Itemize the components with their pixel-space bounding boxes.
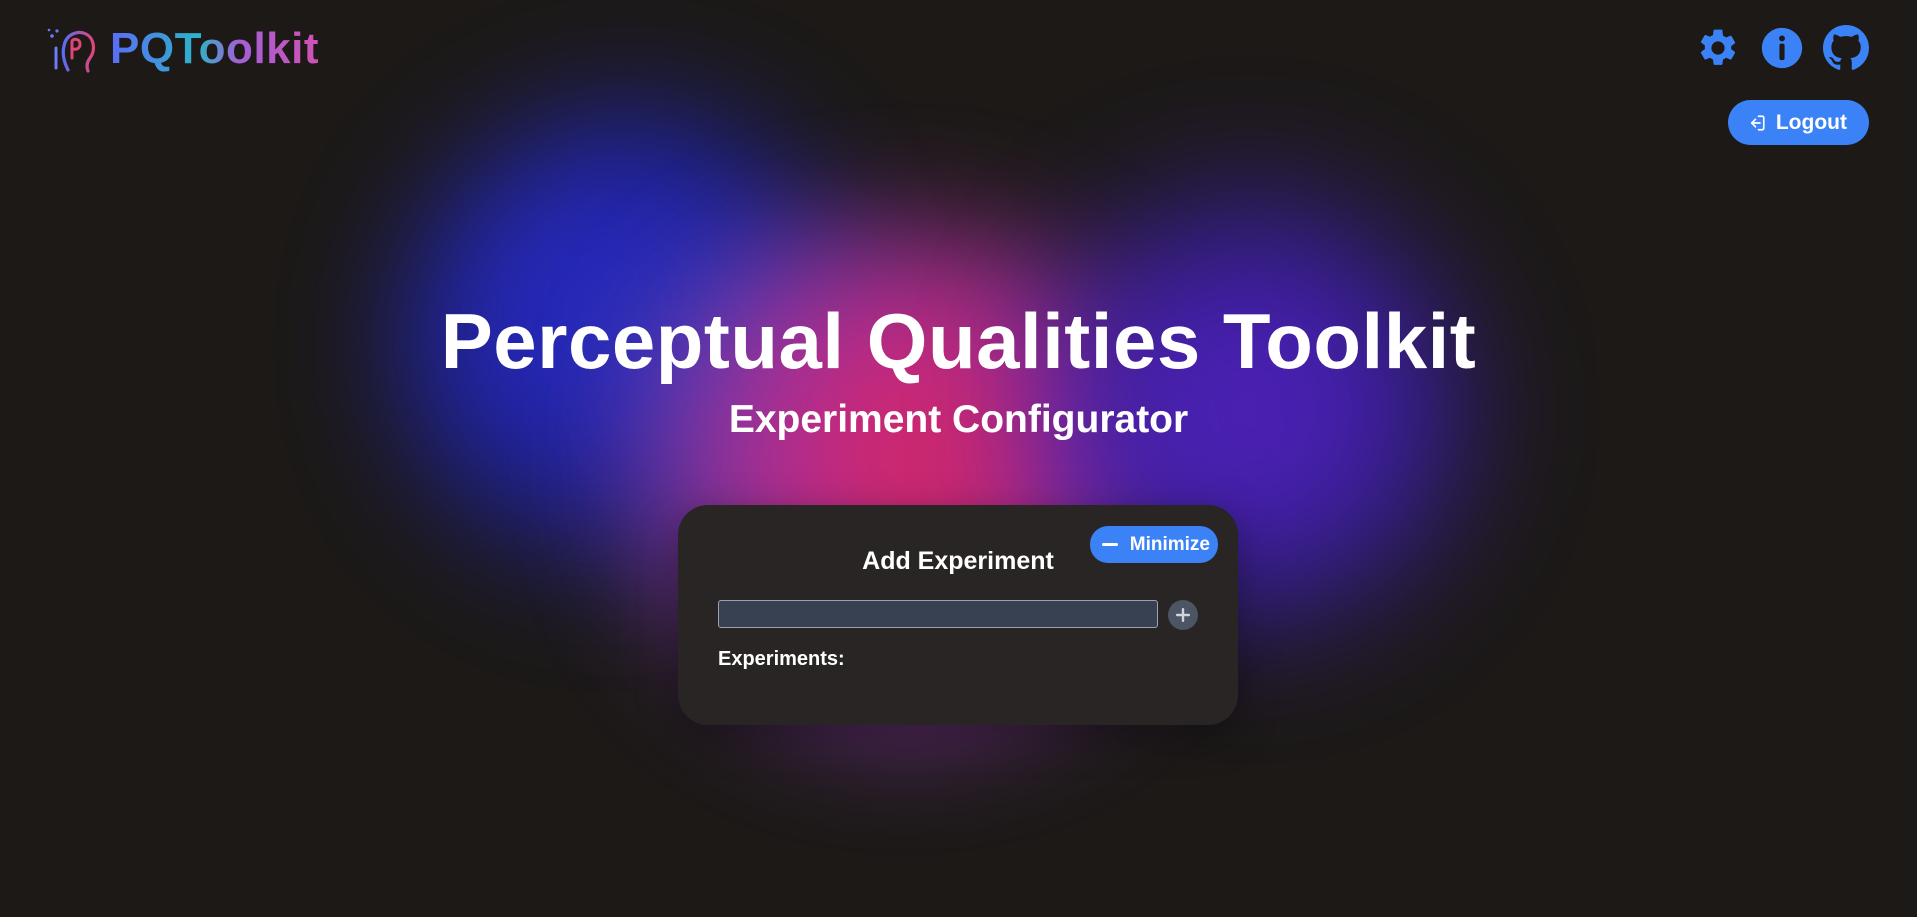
header-icons — [1695, 25, 1869, 71]
login-arrow-icon — [1750, 114, 1765, 131]
brand-name: PQToolkit — [110, 24, 320, 73]
logout-label: Logout — [1775, 110, 1847, 134]
minus-icon — [1101, 543, 1118, 546]
github-icon[interactable] — [1823, 25, 1869, 71]
add-experiment-card: Minimize Add Experiment Experiments: — [678, 505, 1238, 725]
page-title: Perceptual Qualities Toolkit — [440, 297, 1477, 385]
brand-link[interactable]: PQToolkit — [46, 24, 319, 74]
page: PQToolkit Logout Perceptual Qualities To… — [0, 0, 1917, 917]
head-logo-icon — [47, 28, 96, 73]
experiment-name-input[interactable] — [718, 600, 1158, 628]
info-icon[interactable] — [1759, 25, 1805, 71]
logout-button[interactable]: Logout — [1727, 100, 1869, 145]
gear-icon[interactable] — [1695, 25, 1741, 71]
experiments-label: Experiments: — [718, 648, 845, 670]
plus-icon — [1176, 608, 1190, 622]
card-title: Add Experiment — [862, 547, 1054, 575]
page-subtitle: Experiment Configurator — [728, 398, 1189, 441]
add-experiment-button[interactable] — [1168, 600, 1198, 630]
